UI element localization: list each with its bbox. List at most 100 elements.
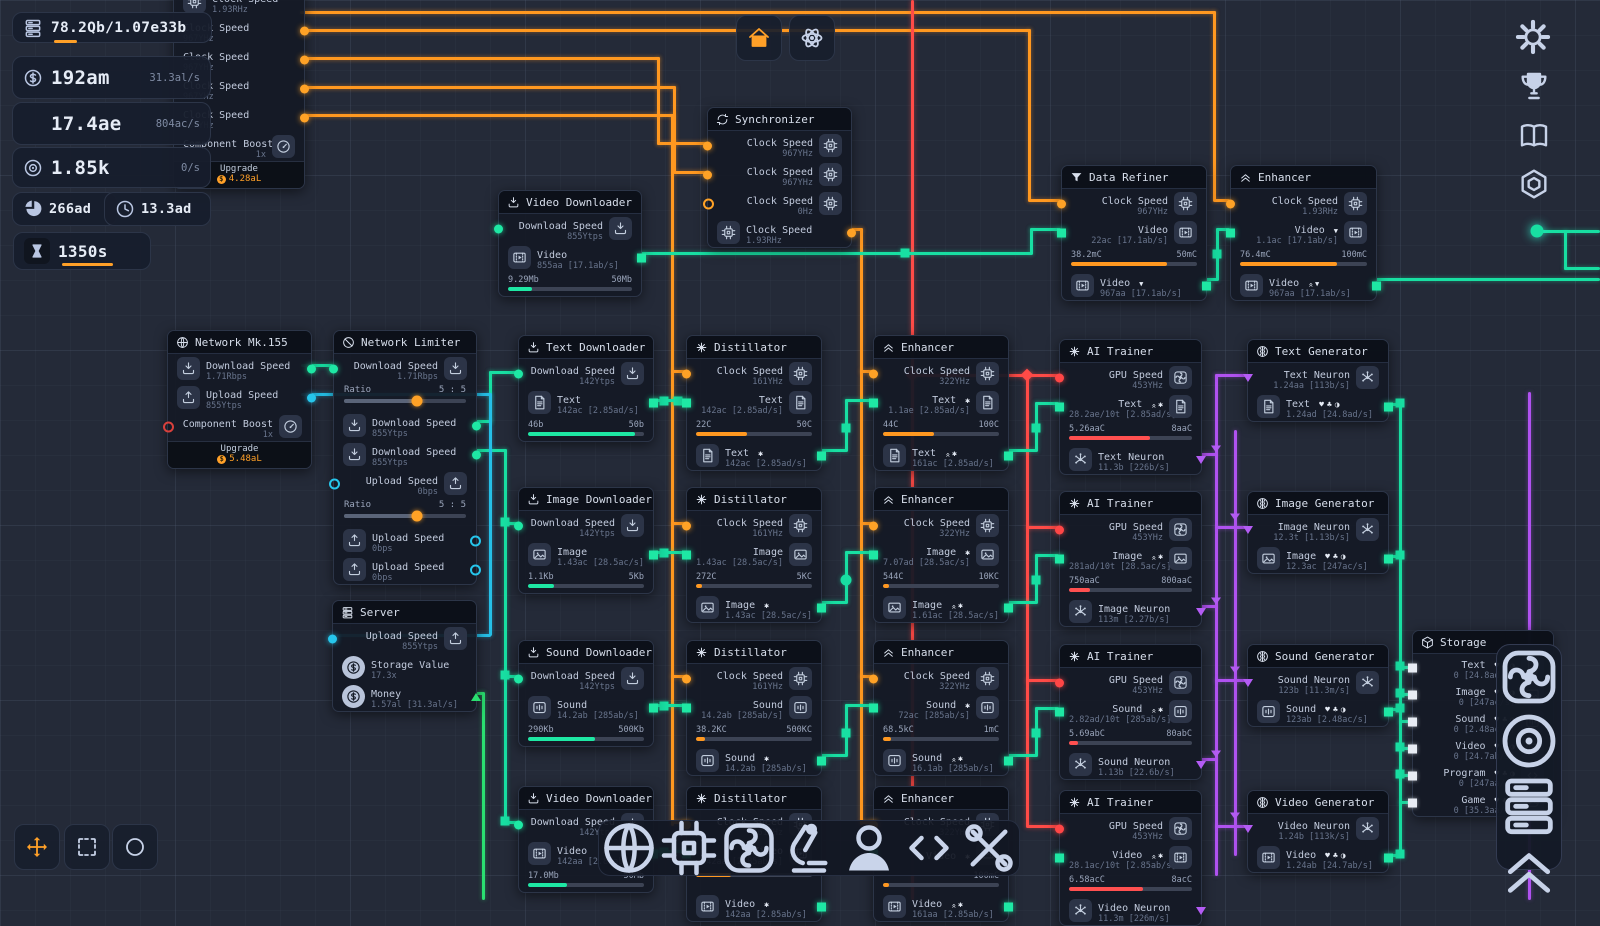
io-toggle-sound-icon[interactable] [976, 696, 999, 719]
io-toggle-video-icon[interactable] [1257, 846, 1280, 869]
io-toggle-download-icon[interactable] [621, 514, 644, 537]
programs-button[interactable] [899, 818, 959, 878]
port-dot-green[interactable] [494, 224, 503, 233]
io-toggle-chip-icon[interactable] [976, 514, 999, 537]
io-toggle-upload-icon[interactable] [444, 627, 467, 650]
cooling-button[interactable] [1497, 645, 1561, 709]
node-data-refiner[interactable]: Data RefinerClock Speed967YHzVideo22ac [… [1061, 165, 1207, 301]
node-text-generator[interactable]: Text GeneratorText Neuron1.24aa [113b/s]… [1247, 339, 1389, 422]
wire-connector[interactable] [1396, 689, 1405, 698]
io-toggle-text-icon[interactable] [1169, 395, 1192, 418]
io-toggle-video-icon[interactable] [1169, 846, 1192, 869]
wire-connector[interactable] [842, 424, 851, 433]
node-header[interactable]: Data Refiner [1062, 166, 1206, 189]
servers-button[interactable] [1497, 773, 1561, 837]
io-toggle-video-icon[interactable] [528, 842, 551, 865]
port-dot-orange[interactable] [703, 170, 712, 179]
port-sq-white[interactable] [1408, 771, 1417, 780]
port-dot-orange[interactable] [300, 55, 309, 64]
io-toggle-download-icon[interactable] [177, 357, 200, 380]
io-toggle-chip-icon[interactable] [819, 192, 842, 215]
wire-connector[interactable] [1032, 576, 1041, 585]
node-header[interactable]: Enhancer [874, 641, 1008, 664]
io-toggle-download-icon[interactable] [609, 217, 632, 240]
node-header[interactable]: Distillator [687, 336, 821, 359]
port-tri-purple[interactable] [1196, 608, 1206, 616]
io-toggle-upload-icon[interactable] [177, 386, 200, 409]
port-tri-purple[interactable] [1196, 761, 1206, 769]
node-header[interactable]: AI Trainer [1060, 645, 1201, 668]
node-header[interactable]: Network Limiter [334, 331, 476, 354]
port-sq-green[interactable] [1055, 707, 1064, 716]
io-toggle-neuron-icon[interactable] [1356, 366, 1379, 389]
io-toggle-text-icon[interactable] [976, 391, 999, 414]
wire-connector[interactable] [1396, 743, 1405, 752]
port-sq-green[interactable] [649, 398, 658, 407]
levels-button[interactable] [1518, 168, 1550, 200]
port-sq-green[interactable] [817, 603, 826, 612]
port-ring-cyan[interactable] [470, 535, 481, 546]
node-header[interactable]: Text Generator [1248, 340, 1388, 363]
node-ai-trainer-sound[interactable]: AI TrainerGPU Speed453YHzSound «✱2.82ad/… [1059, 644, 1202, 780]
circle-button[interactable] [112, 824, 158, 870]
port-ring-red[interactable] [163, 421, 174, 432]
io-toggle-video-icon[interactable] [1240, 274, 1263, 297]
port-tri-purple[interactable] [1196, 456, 1206, 464]
collapse-button[interactable] [1497, 837, 1561, 901]
port-sq-green[interactable] [817, 902, 826, 911]
io-toggle-sound-icon[interactable] [696, 749, 719, 772]
wire-connector[interactable] [1396, 399, 1405, 408]
io-toggle-download-icon[interactable] [621, 667, 644, 690]
port-dot-red[interactable] [1055, 678, 1064, 687]
port-dot-green[interactable] [472, 421, 481, 430]
port-sq-green[interactable] [682, 703, 691, 712]
hardware-button[interactable] [659, 818, 719, 878]
io-toggle-upload-icon[interactable] [343, 558, 366, 581]
io-toggle-download-icon[interactable] [444, 357, 467, 380]
port-dot-orange[interactable] [869, 369, 878, 378]
cooling-button[interactable] [719, 818, 779, 878]
io-toggle-upload-icon[interactable] [343, 529, 366, 552]
port-sq-green[interactable] [1384, 707, 1393, 716]
node-header[interactable]: AI Trainer [1060, 791, 1201, 814]
node-header[interactable]: Text Downloader [519, 336, 653, 359]
port-dot-cyan[interactable] [307, 393, 316, 402]
slider-track[interactable] [344, 514, 466, 518]
io-toggle-video-icon[interactable] [1174, 221, 1197, 244]
wire-connector[interactable] [1230, 514, 1240, 521]
node-enhancer-text[interactable]: EnhancerClock Speed322YHzText ✱1.1ae [2.… [873, 335, 1009, 471]
port-sq-green[interactable] [1057, 228, 1066, 237]
node-header[interactable]: Distillator [687, 787, 821, 810]
wire-connector[interactable] [1230, 813, 1240, 820]
port-dot-orange[interactable] [1057, 199, 1066, 208]
wire-connector[interactable] [501, 518, 510, 527]
port-sq-green[interactable] [869, 398, 878, 407]
port-sq-green[interactable] [1004, 451, 1013, 460]
node-header[interactable]: AI Trainer [1060, 492, 1201, 515]
wire-connector[interactable] [501, 817, 510, 826]
port-sq-green[interactable] [869, 550, 878, 559]
node-header[interactable]: Video Downloader [519, 787, 653, 810]
io-toggle-gauge-icon[interactable] [272, 135, 295, 158]
io-toggle-image-icon[interactable] [976, 543, 999, 566]
port-sq-green[interactable] [1384, 402, 1393, 411]
io-toggle-image-icon[interactable] [1257, 547, 1280, 570]
io-toggle-neuron-icon[interactable] [1069, 753, 1092, 776]
port-dot-orange[interactable] [682, 521, 691, 530]
io-toggle-download-icon[interactable] [621, 362, 644, 385]
io-toggle-download-icon[interactable] [343, 414, 366, 437]
wire-connector[interactable] [1211, 446, 1221, 453]
io-toggle-sound-icon[interactable] [1257, 700, 1280, 723]
node-ai-trainer-video[interactable]: AI TrainerGPU Speed453YHzVideo «✱28.1ac/… [1059, 790, 1202, 926]
port-sq-green[interactable] [1055, 853, 1064, 862]
node-header[interactable]: Enhancer [874, 787, 1008, 810]
move-button[interactable] [14, 824, 60, 870]
upgrade-button[interactable]: Upgrade$5.48aL [168, 441, 311, 468]
agents-button[interactable] [839, 818, 899, 878]
port-sq-white[interactable] [1408, 663, 1417, 672]
io-toggle-gauge-icon[interactable] [279, 415, 302, 438]
port-tri-purple[interactable] [1243, 526, 1253, 534]
port-dot-orange[interactable] [869, 674, 878, 683]
port-sq-green[interactable] [682, 550, 691, 559]
port-tri-purple[interactable] [1196, 907, 1206, 915]
